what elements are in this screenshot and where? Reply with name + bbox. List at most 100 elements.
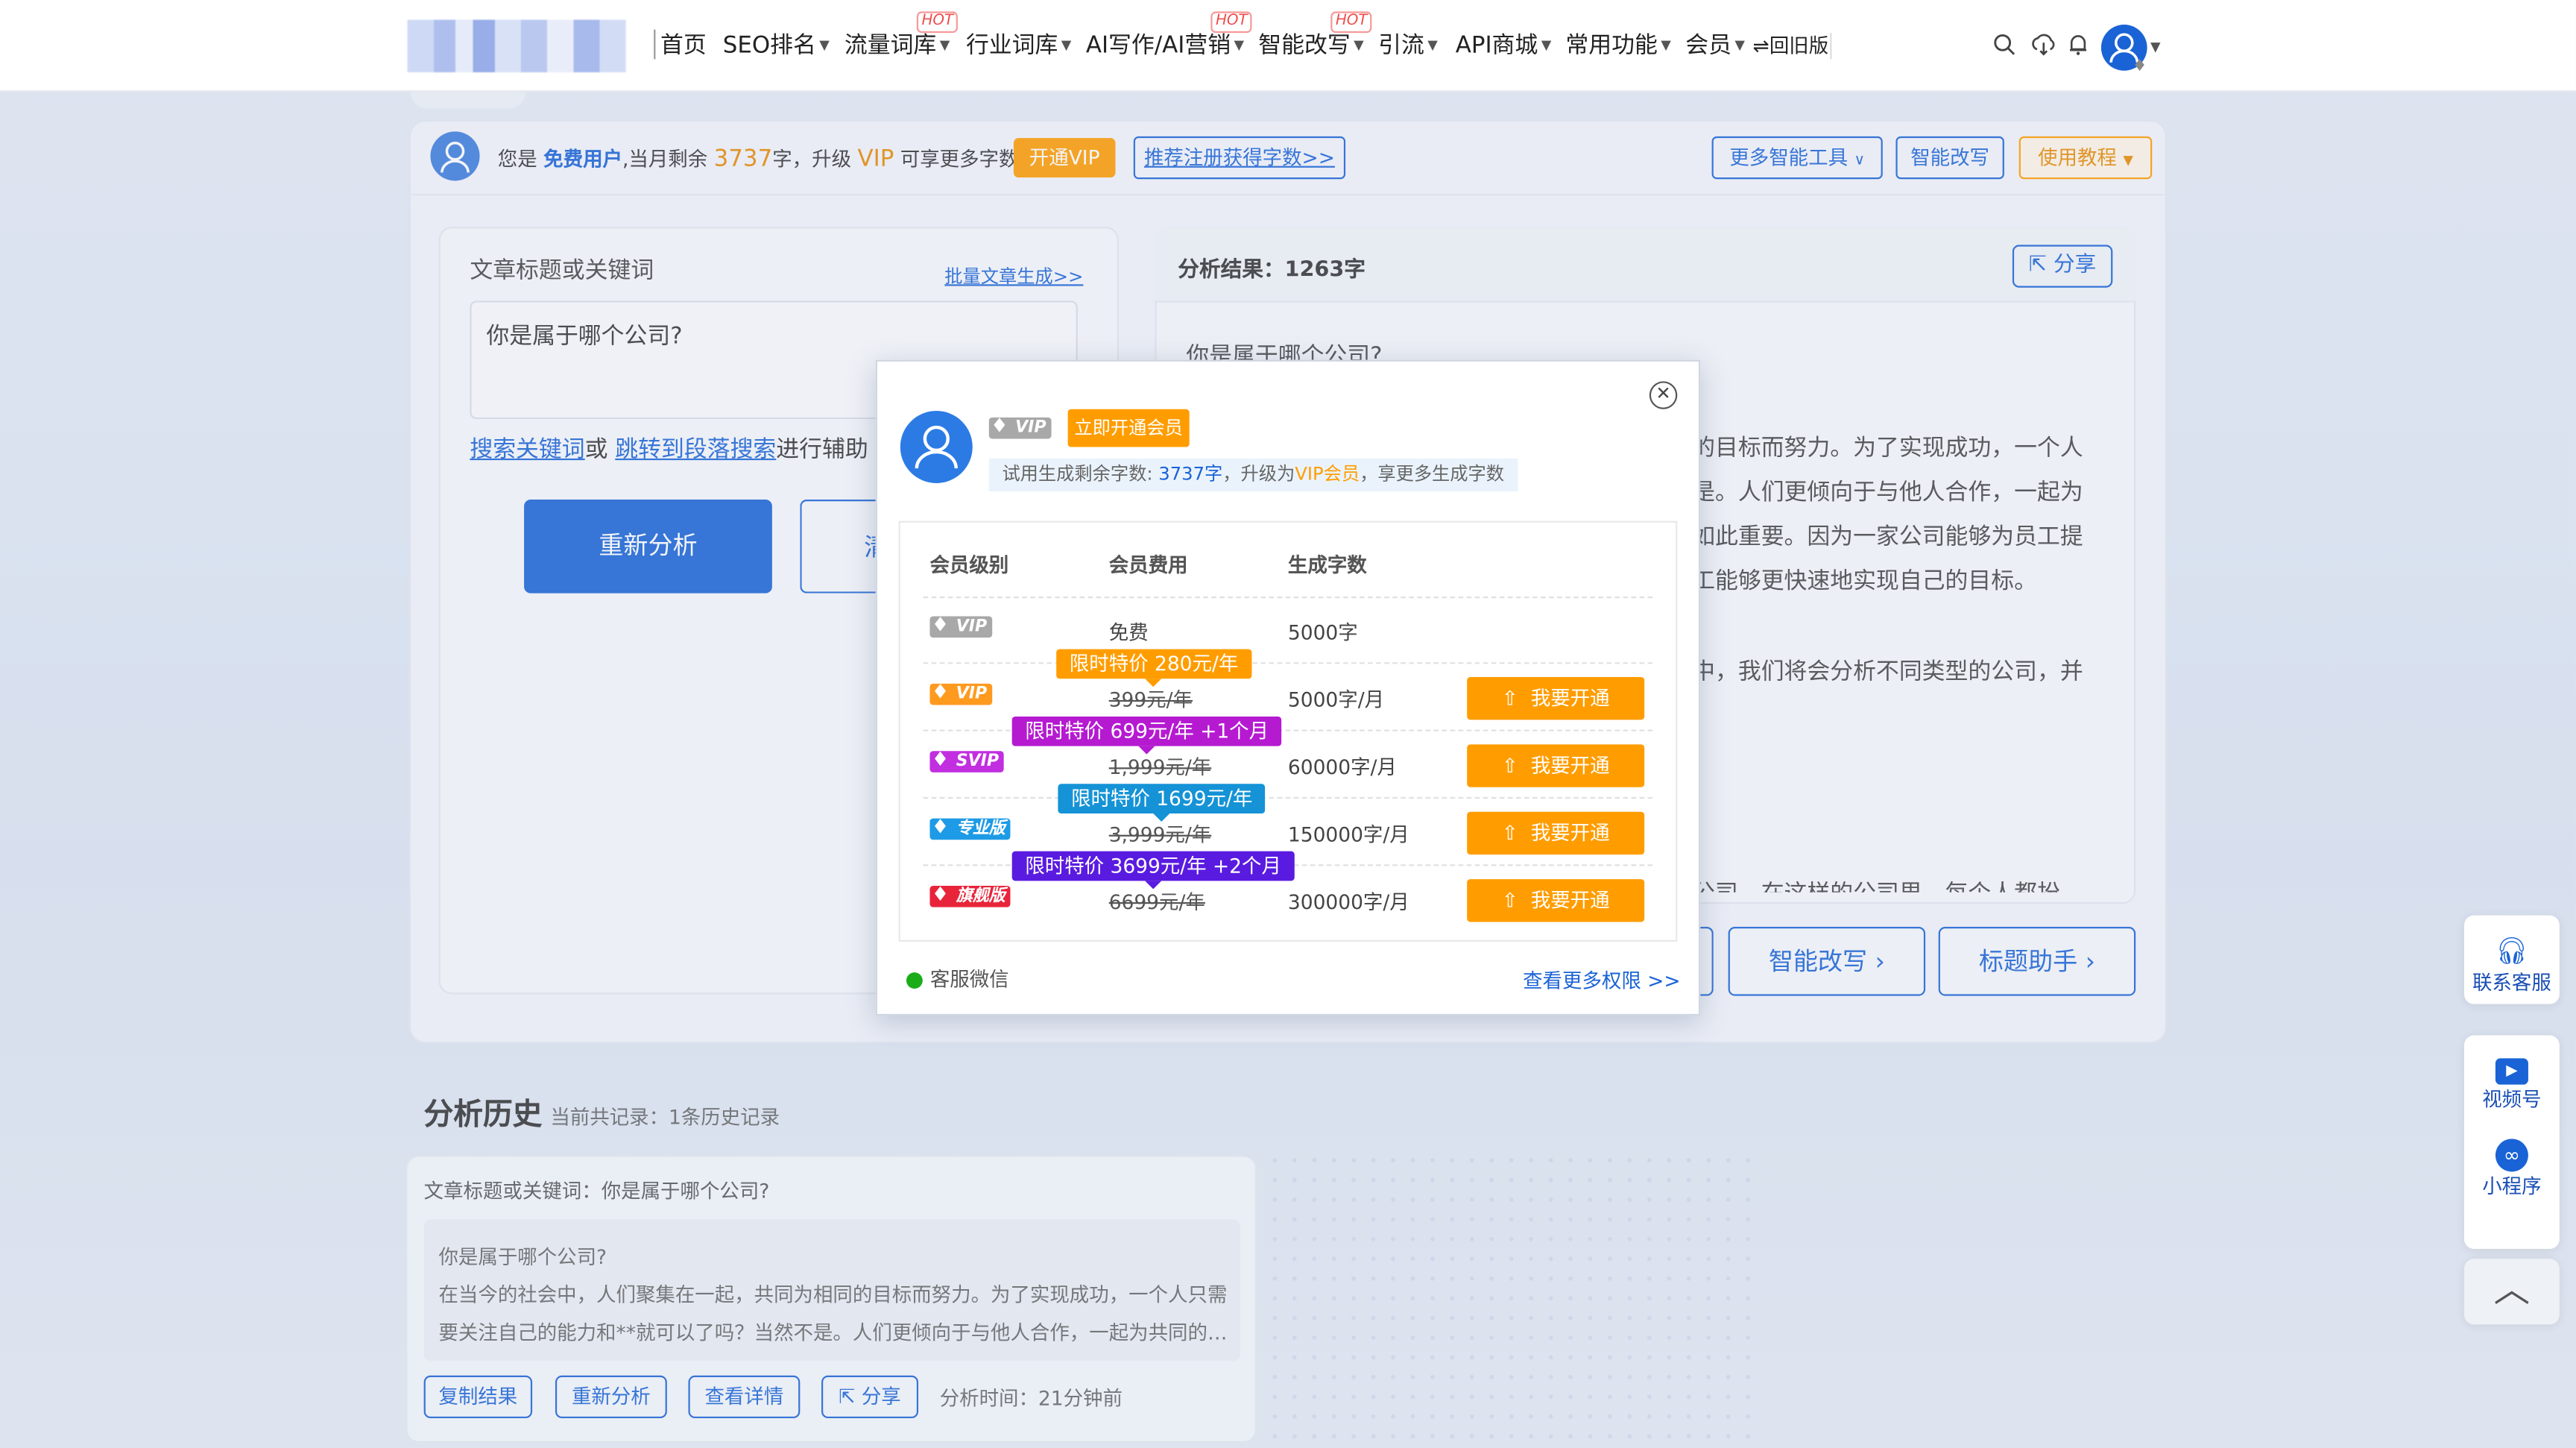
search-icon[interactable] [1991,33,2017,59]
badge-vip: ♦ VIP [929,680,992,705]
nav-label: 流量词库 [844,33,937,60]
row-divider [923,596,1653,599]
cloud-download-icon[interactable] [2030,33,2056,59]
caret-down-icon: ▼ [1061,37,1072,53]
open-label: 我要开通 [1530,687,1610,711]
nav-item-api[interactable]: API商城 ▼ [1456,30,1552,63]
nav-label: SEO排名 [722,33,816,60]
original-price: 1,999元/年 [1108,755,1212,779]
site-logo[interactable] [407,19,626,72]
badge-vip-free: ♦ VIP [929,613,992,638]
vip-gem-icon: ♦ [2132,57,2147,76]
nav-item-traffic[interactable]: HOT 流量词库 ▼ [844,11,959,63]
hot-badge: HOT [1330,11,1373,34]
modal-avatar [900,411,973,483]
caret-down-icon: ▼ [1427,37,1438,53]
diamond-icon: ♦ [931,613,950,636]
promo-text: 限时特价 1699元/年 [1071,787,1253,810]
diamond-icon: ♦ [931,815,950,839]
nav-label: 会员 [1685,33,1732,60]
open-member-button[interactable]: 立即开通会员 [1067,409,1190,447]
words-cell: 150000字/月 [1287,823,1409,847]
promo-tip-svip: 限时特价 699元/年 +1个月 [1011,716,1282,755]
nav-item-industry[interactable]: 行业词库 ▼ [966,30,1071,63]
hot-badge: HOT [1210,11,1253,34]
diamond-icon: ♦ [991,414,1008,438]
headset-icon: 🎧︎ [2495,935,2529,966]
diamond-icon: ♦ [931,680,950,704]
contact-service-button[interactable]: 🎧︎ 联系客服 [2464,915,2560,1004]
mini-label: 小程序 [2482,1174,2542,1198]
promo-text: 限时特价 699元/年 +1个月 [1025,720,1269,743]
hot-badge: HOT [916,11,959,34]
words-cell: 5000字/月 [1287,688,1385,712]
badge-label: VIP [956,685,988,704]
mini-program-button[interactable]: ∞ 小程序 [2464,1112,2560,1200]
caret-down-icon: ▼ [1661,37,1671,53]
promo-tip-flagship: 限时特价 3699元/年 +2个月 [1011,851,1295,890]
nav-old-version[interactable]: ⇌回旧版 [1753,30,1829,63]
nav-label: 首页 [660,33,707,60]
mini-program-icon: ∞ [2495,1139,2528,1172]
badge-label: 专业版 [956,819,1006,839]
nav-item-home[interactable]: 首页 [660,30,707,63]
original-price: 3,999元/年 [1108,823,1212,847]
video-label: 视频号 [2482,1088,2542,1111]
wechat-label: 客服微信 [929,968,1009,992]
open-vip-row-button[interactable]: ⇧ 我要开通 [1467,677,1645,720]
badge-flagship: ♦ 旗舰版 [929,882,1011,907]
more-rights-link[interactable]: 查看更多权限 >> [1523,966,1680,994]
nav-label: 引流 [1378,33,1424,60]
wechat-icon: ● [905,968,924,993]
caret-down-icon: ▼ [1234,37,1245,53]
nav-label: AI写作/AI营销 [1085,33,1231,60]
original-price: 399元/年 [1108,688,1193,712]
caret-down-icon: ▼ [939,37,950,53]
app-root: 首页 SEO排名 ▼ HOT 流量词库 ▼ 行业词库 ▼ HOT AI写作/AI营销 ▼ H… [0,0,2576,1448]
table-header: 会员费用 [1108,553,1188,577]
chevron-up-icon: ︿ [2493,1270,2531,1312]
upload-arrow-icon: ⇧ [1501,822,1518,845]
bell-icon[interactable] [2065,33,2091,59]
promo-text: 限时特价 3699元/年 +2个月 [1025,854,1281,878]
open-pro-button[interactable]: ⇧ 我要开通 [1467,811,1645,855]
badge-label: SVIP [956,752,1000,771]
diamond-icon: ♦ [931,882,950,906]
open-label: 我要开通 [1530,822,1610,845]
promo-tip-pro: 限时特价 1699元/年 [1058,784,1266,822]
nav-item-member[interactable]: 会员 ▼ [1685,30,1745,63]
diamond-icon: ♦ [931,747,950,771]
caret-down-icon: ▼ [1734,37,1745,53]
caret-down-icon: ▼ [819,37,830,53]
close-icon[interactable]: ✕ [1649,381,1678,409]
nav-divider [1830,33,1832,60]
nav-item-rewrite[interactable]: HOT 智能改写 ▼ [1258,11,1373,63]
row-divider [923,796,1653,799]
trial-count: 3737字 [1158,463,1223,485]
nav-cursor [654,29,656,60]
trial-prefix: 试用生成剩余字数: [1002,463,1153,485]
avatar-caret-icon[interactable]: ▼ [2150,40,2161,54]
nav-item-traffic-lead[interactable]: 引流 ▼ [1378,30,1438,63]
badge-svip: ♦ SVIP [929,747,1004,772]
table-header: 生成字数 [1287,553,1367,577]
words-cell: 300000字/月 [1287,890,1409,914]
open-svip-button[interactable]: ⇧ 我要开通 [1467,744,1645,787]
table-header: 会员级别 [929,553,1009,577]
row-divider [923,662,1653,664]
nav-item-ai-writing[interactable]: HOT AI写作/AI营销 ▼ [1085,11,1253,63]
open-flagship-button[interactable]: ⇧ 我要开通 [1467,879,1645,922]
upload-arrow-icon: ⇧ [1501,687,1518,711]
caret-down-icon: ▼ [1354,37,1364,53]
wechat-service[interactable]: ● 客服微信 [905,965,1008,992]
nav-item-seo[interactable]: SEO排名 ▼ [723,30,830,63]
back-to-top-button[interactable]: ︿ [2464,1259,2560,1325]
nav-item-common[interactable]: 常用功能 ▼ [1565,30,1670,63]
words-cell: 5000字 [1287,621,1358,644]
badge-label: 旗舰版 [956,887,1006,906]
video-channel-button[interactable]: ▶ 视频号 [2464,1036,2560,1113]
promo-tip-vip: 限时特价 280元/年 [1056,649,1251,687]
caret-down-icon: ▼ [1541,37,1552,53]
top-navbar: 首页 SEO排名 ▼ HOT 流量词库 ▼ 行业词库 ▼ HOT AI写作/AI营销 ▼ H… [0,0,2576,92]
trial-vip: VIP会员 [1295,463,1360,485]
